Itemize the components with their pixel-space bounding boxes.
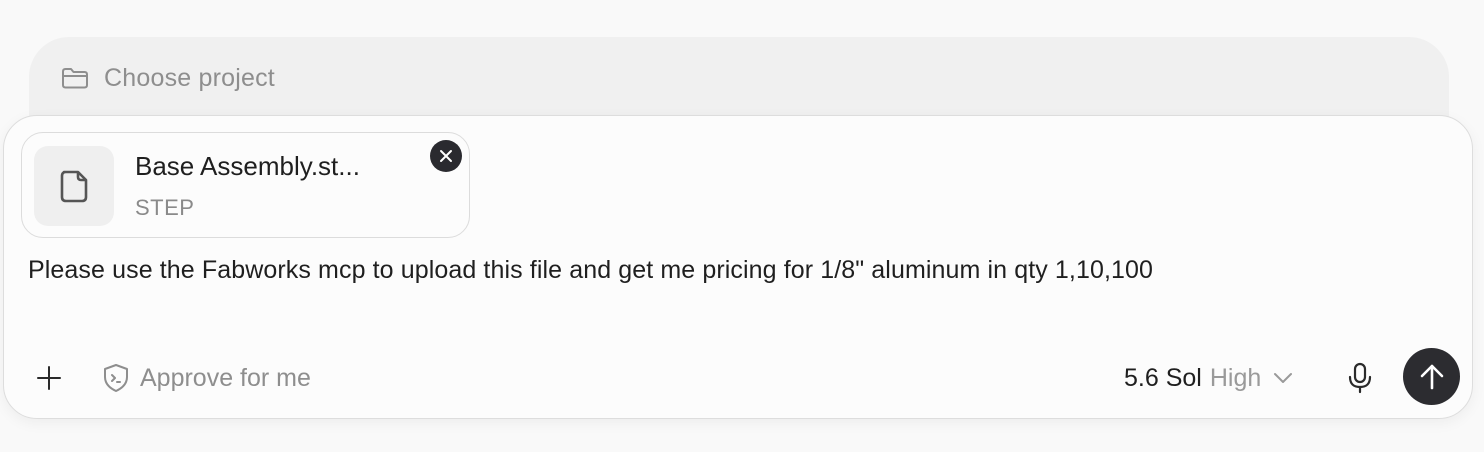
choose-project-label: Choose project [104, 63, 275, 92]
send-button[interactable] [1403, 348, 1460, 405]
plus-icon [36, 365, 62, 391]
file-icon [34, 146, 114, 226]
arrow-up-icon [1420, 363, 1444, 391]
chevron-down-icon [1273, 372, 1293, 384]
attachment-file-name: Base Assembly.st... [135, 151, 360, 181]
prompt-input[interactable]: Please use the Fabworks mcp to upload th… [28, 256, 1448, 285]
microphone-button[interactable] [1343, 360, 1377, 396]
microphone-icon [1347, 362, 1373, 394]
remove-attachment-button[interactable] [430, 140, 462, 172]
attachment-file-type: STEP [135, 195, 195, 220]
effort-level: High [1209, 363, 1262, 392]
folder-icon [60, 66, 90, 90]
approve-for-me-label: Approve for me [140, 363, 311, 392]
model-selector[interactable]: 5.6 Sol High [1124, 360, 1293, 396]
model-name: 5.6 Sol [1124, 363, 1202, 392]
shield-terminal-icon [102, 363, 130, 393]
add-button[interactable] [32, 361, 66, 395]
close-icon [439, 149, 453, 163]
attachment-card[interactable]: Base Assembly.st... STEP [21, 132, 470, 238]
choose-project-button[interactable]: Choose project [60, 60, 275, 96]
composer: Base Assembly.st... STEP Please use the … [3, 115, 1473, 419]
approve-for-me-button[interactable]: Approve for me [102, 360, 311, 396]
